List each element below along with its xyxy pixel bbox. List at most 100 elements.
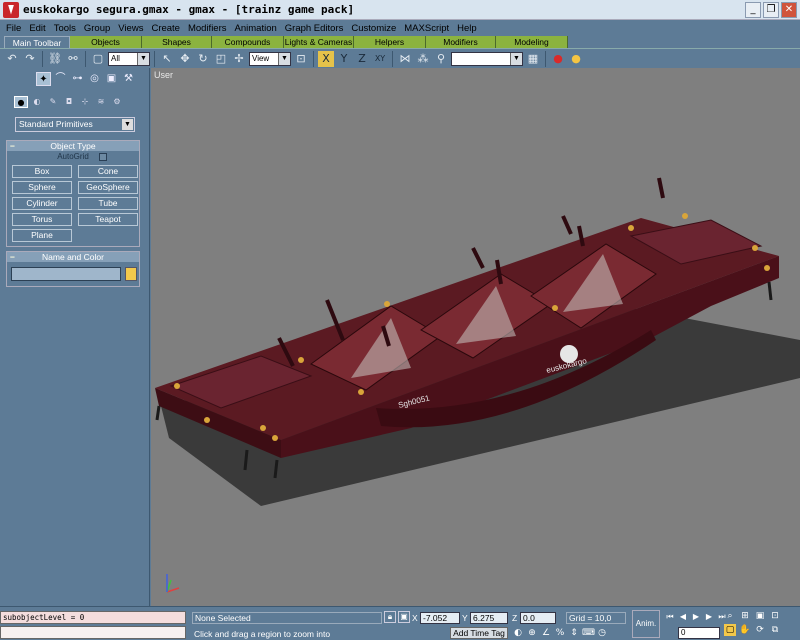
menu-maxscript[interactable]: MAXScript [400,23,453,34]
lights-icon[interactable]: ✎ [46,96,60,108]
select-and-scale-icon[interactable]: ◰ [213,51,229,67]
angle-snap-icon[interactable]: ∠ [540,627,552,639]
undo-icon[interactable]: ↶ [4,51,20,67]
select-and-move-icon[interactable]: ✥ [177,51,193,67]
arc-rotate-icon[interactable]: ⟳ [754,624,766,636]
current-frame-input[interactable]: 0 [678,627,720,639]
render-scene-icon[interactable]: ● [568,51,584,67]
restrict-z-button[interactable]: Z [354,51,370,67]
gmax-app-icon[interactable] [3,1,19,18]
restrict-y-button[interactable]: Y [336,51,352,67]
tube-button[interactable]: Tube [78,197,138,210]
geosphere-button[interactable]: GeoSphere [78,181,138,194]
min-max-toggle-icon[interactable]: ⧉ [769,624,781,636]
menu-group[interactable]: Group [80,23,114,34]
tab-shapes[interactable]: Shapes [142,36,212,48]
named-selection-icon[interactable]: ▦ [525,51,541,67]
restrict-xy-button[interactable]: XY [372,51,388,67]
named-selection-dropdown[interactable]: ▼ [451,51,523,66]
y-coordinate-input[interactable]: 6.275 [470,612,508,624]
redo-icon[interactable]: ↷ [22,51,38,67]
menu-file[interactable]: File [2,23,25,34]
select-manipulate-icon[interactable]: ✢ [231,51,247,67]
space-warps-icon[interactable]: ≋ [94,96,108,108]
menu-views[interactable]: Views [114,23,147,34]
tab-helpers[interactable]: Helpers [354,36,426,48]
cameras-icon[interactable]: ◘ [62,96,76,108]
menu-modifiers[interactable]: Modifiers [184,23,231,34]
object-color-swatch[interactable] [125,267,137,281]
key-filters-icon[interactable]: ◐ [512,627,524,639]
zoom-extents-all-icon[interactable]: ⊡ [769,610,781,622]
pivot-center-icon[interactable]: ⊡ [293,51,309,67]
autogrid-checkbox[interactable] [99,153,107,161]
material-editor-icon[interactable]: ● [550,51,566,67]
category-dropdown[interactable]: Standard Primitives ▼ [15,117,135,132]
object-name-input[interactable] [11,267,121,281]
motion-tab-icon[interactable]: ◎ [87,72,102,86]
minimize-button[interactable]: _ [745,2,761,18]
zoom-all-icon[interactable]: ⊞ [739,610,751,622]
region-zoom-icon[interactable]: ▢ [724,624,736,636]
time-config-icon[interactable]: ◷ [596,627,608,639]
viewport-label[interactable]: User [154,70,173,80]
cylinder-button[interactable]: Cylinder [12,197,72,210]
restrict-x-button[interactable]: X [318,50,334,67]
zoom-extents-icon[interactable]: ▣ [754,610,766,622]
next-frame-icon[interactable]: ▶ [703,611,715,623]
select-and-link-icon[interactable]: ⛓ [47,51,63,67]
snap-toggle-icon[interactable]: ⊕ [526,627,538,639]
object-type-header[interactable]: − Object Type [7,141,139,151]
torus-button[interactable]: Torus [12,213,72,226]
plane-button[interactable]: Plane [12,229,72,242]
maxscript-listener-input[interactable]: subobjectLevel = 0 [0,611,186,624]
z-coordinate-input[interactable]: 0.0 [520,612,556,624]
maxscript-output-field[interactable] [0,626,186,639]
teapot-button[interactable]: Teapot [78,213,138,226]
menu-tools[interactable]: Tools [50,23,80,34]
tab-compounds[interactable]: Compounds [212,36,284,48]
pan-icon[interactable]: ✋ [739,624,751,636]
zoom-icon[interactable]: ⌕ [724,610,736,622]
hierarchy-tab-icon[interactable]: ⊶ [70,72,85,86]
menu-graph-editors[interactable]: Graph Editors [281,23,348,34]
display-tab-icon[interactable]: ▣ [104,72,119,86]
shapes-icon[interactable]: ◐ [30,96,44,108]
tab-main-toolbar[interactable]: Main Toolbar [4,36,70,48]
selection-filter-dropdown[interactable]: All ▼ [108,51,150,66]
tab-modeling[interactable]: Modeling [496,36,568,48]
sphere-button[interactable]: Sphere [12,181,72,194]
selection-region-icon[interactable]: ▢ [90,51,106,67]
name-color-header[interactable]: − Name and Color [7,252,139,262]
menu-help[interactable]: Help [453,23,481,34]
selection-lock-icon[interactable]: 🔒︎ [384,611,396,623]
restore-button[interactable]: ❐ [763,2,779,18]
helpers-icon[interactable]: ⊹ [78,96,92,108]
close-button[interactable]: ✕ [781,2,797,18]
menu-customize[interactable]: Customize [347,23,400,34]
reference-coordinate-dropdown[interactable]: View ▼ [249,51,291,66]
x-coordinate-input[interactable]: -7.052 [420,612,460,624]
tab-modifiers[interactable]: Modifiers [426,36,496,48]
mirror-icon[interactable]: ⋈ [397,51,413,67]
keyboard-shortcut-icon[interactable]: ⌨ [582,627,595,639]
animate-button[interactable]: Anim. [632,610,660,638]
menu-animation[interactable]: Animation [231,23,281,34]
spinner-snap-icon[interactable]: ⇕ [568,627,580,639]
align-icon[interactable]: ⚲ [433,51,449,67]
box-button[interactable]: Box [12,165,72,178]
create-tab-icon[interactable]: ✦ [36,72,51,86]
goto-start-icon[interactable]: ⏮ [664,611,676,623]
systems-icon[interactable]: ⚙ [110,96,124,108]
menu-edit[interactable]: Edit [25,23,49,34]
menu-create[interactable]: Create [147,23,184,34]
add-time-tag-button[interactable]: Add Time Tag [450,627,508,639]
absolute-mode-icon[interactable]: ▣ [398,611,410,623]
select-object-icon[interactable]: ↖ [159,51,175,67]
geometry-icon[interactable]: ● [14,96,28,108]
unlink-icon[interactable]: ⚯ [65,51,81,67]
tab-lights-cameras[interactable]: Lights & Cameras [284,36,354,48]
user-viewport[interactable]: User euskokargo Sgh0051 [151,68,800,606]
select-and-rotate-icon[interactable]: ↻ [195,51,211,67]
modify-tab-icon[interactable]: ⌒ [53,72,68,86]
